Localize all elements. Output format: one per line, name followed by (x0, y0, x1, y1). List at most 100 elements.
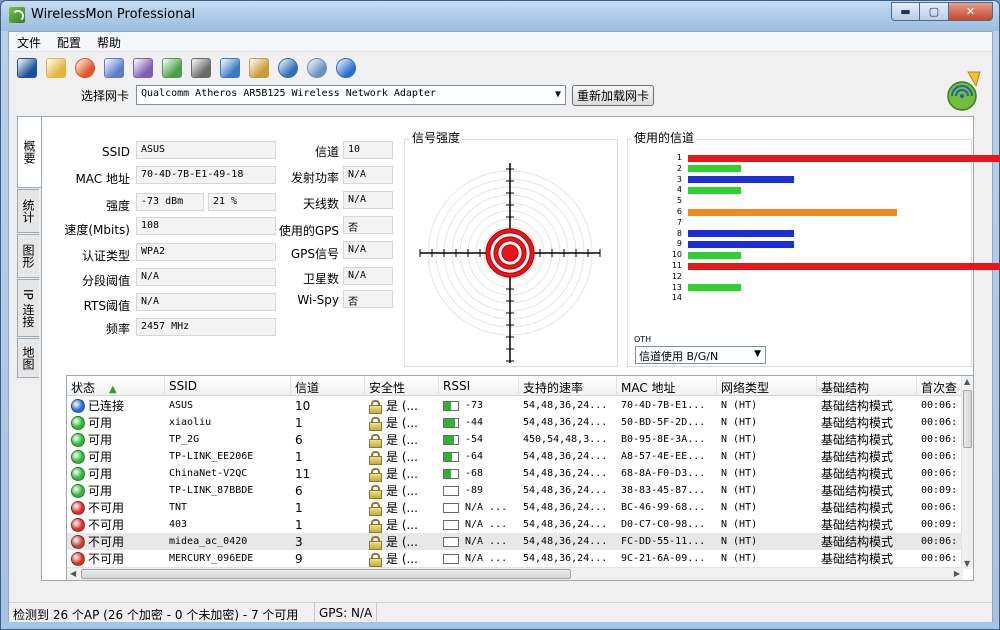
status-cell: 不可用 (67, 533, 165, 550)
printer-button[interactable] (187, 54, 214, 81)
channel-cell: 1 (295, 415, 303, 430)
scroll-down-icon[interactable]: ▼ (964, 559, 970, 568)
lock-icon (369, 535, 382, 550)
record-button[interactable] (71, 54, 98, 81)
tab-statistics[interactable]: 统计 (17, 189, 39, 233)
column-header[interactable]: 安全性 (365, 376, 439, 396)
column-header[interactable]: SSID (165, 376, 291, 396)
menu-help[interactable]: 帮助 (89, 32, 129, 51)
help-button[interactable] (332, 54, 359, 81)
mac-cell: B0-95-8E-3A... (621, 434, 706, 445)
table-row[interactable]: 不可用 MERCURY_096EDE 9 是 (... N/A ... 54,48,36,… (67, 550, 963, 567)
scroll-left-icon[interactable]: ◀ (70, 569, 76, 578)
column-header[interactable]: 支持的速率 (519, 376, 617, 396)
window-title: WirelessMon Professional (31, 7, 196, 22)
channel-band-dropdown[interactable]: 信道使用 B/G/N ▼ (635, 346, 766, 364)
ssid-cell: ASUS (169, 400, 194, 411)
rssi-meter-icon (443, 502, 459, 513)
maximize-icon: ▢ (928, 5, 940, 18)
tab-ip-connect[interactable]: IP 连接 (17, 279, 39, 337)
rssi-meter-icon (443, 519, 459, 530)
table-row[interactable]: 可用 TP_2G 6 是 (... -54 450,54,48,3... B0-95-8E-… (67, 431, 963, 448)
tab-graph[interactable]: 图形 (17, 234, 39, 278)
rssi-meter-icon (443, 553, 459, 564)
infrastructure-cell: 基础结构模式 (821, 518, 894, 532)
speed-label: 速度(Mbits) (64, 223, 130, 237)
menu-file[interactable]: 文件 (9, 32, 49, 51)
table-row[interactable]: 可用 TP-LINK_87BBDE 6 是 (... -89 54,48,36,24...… (67, 482, 963, 499)
channels-used-title: 使用的信道 (632, 129, 697, 146)
security-cell: 是 (... (365, 397, 439, 414)
checklist-icon (219, 57, 240, 78)
column-header[interactable]: 信道 (291, 376, 365, 396)
table-row[interactable]: 已连接 ASUS 10 是 (... -73 54,48,36,24... 70-4D-7B… (67, 397, 963, 414)
table-row[interactable]: 不可用 TNT 1 是 (... N/A ... 54,48,36,24... BC-46-… (67, 499, 963, 516)
info-button[interactable] (303, 54, 330, 81)
globe-button[interactable] (274, 54, 301, 81)
channel-bar (688, 240, 795, 248)
minimize-button[interactable]: ▬ (891, 2, 920, 21)
close-button[interactable]: ✕ (949, 2, 993, 21)
column-header[interactable]: 首次查 (917, 376, 963, 396)
antenna-label: 天线数 (302, 197, 339, 211)
title-bar[interactable]: WirelessMon Professional ▬ ▢ ✕ (1, 1, 999, 31)
ssid-value: ASUS (136, 141, 276, 159)
column-header[interactable]: MAC 地址 (617, 376, 717, 396)
first-seen-cell: 00:06: (921, 468, 958, 479)
security-cell: 是 (... (365, 533, 439, 550)
vertical-scroll-thumb[interactable] (963, 390, 972, 448)
rates-cell: 450,54,48,3... (523, 434, 608, 445)
network-button[interactable] (100, 54, 127, 81)
column-header[interactable]: 网络类型 (717, 376, 817, 396)
vertical-scrollbar[interactable]: ▲ ▼ (961, 376, 973, 569)
signal-target-graphic (419, 163, 601, 363)
export-button[interactable] (158, 54, 185, 81)
open-folder-button[interactable] (42, 54, 69, 81)
wirelessmon-logo-icon (947, 71, 981, 111)
status-dot-icon (71, 517, 85, 532)
checklist-button[interactable] (216, 54, 243, 81)
scroll-up-icon[interactable]: ▲ (964, 377, 970, 386)
tab-summary[interactable]: 概要 (17, 116, 41, 188)
table-row[interactable]: 可用 xiaoliu 1 是 (... -44 54,48,36,24... 50-BD-5… (67, 414, 963, 431)
channel-tick-label: 2 (676, 163, 682, 173)
save-button[interactable] (13, 54, 40, 81)
reload-nic-button[interactable]: 重新加载网卡 (572, 85, 654, 106)
ssid-cell: MERCURY_096EDE (169, 553, 254, 564)
tab-map[interactable]: 地图 (17, 338, 39, 378)
maximize-button[interactable]: ▢ (920, 2, 949, 21)
status-bar: 检测到 26 个AP (26 个加密 - 0 个未加密) - 7 个可用 GPS… (9, 602, 992, 622)
table-row[interactable]: 可用 ChinaNet-V2QC 11 是 (... -68 54,48,36,24...… (67, 465, 963, 482)
clipboard-button[interactable] (245, 54, 272, 81)
menu-config[interactable]: 配置 (49, 32, 89, 51)
first-seen-cell: 00:06: (921, 502, 958, 513)
status-dot-icon (71, 483, 85, 498)
nic-dropdown[interactable]: Qualcomm Atheros AR5B125 Wireless Networ… (136, 85, 566, 105)
horizontal-scroll-thumb[interactable] (81, 569, 571, 579)
channel-bar (688, 251, 742, 259)
lock-icon (369, 552, 382, 567)
table-row[interactable]: 可用 TP-LINK_EE206E 1 是 (... -64 54,48,36,24...… (67, 448, 963, 465)
column-header[interactable]: RSSI (439, 376, 519, 396)
printer-icon (190, 57, 211, 78)
first-seen-cell: 00:09: (921, 485, 958, 496)
channel-tick-label: 7 (676, 217, 682, 227)
mac-cell: D0-C7-C0-98... (621, 519, 706, 530)
dropdown-arrow-icon: ▼ (554, 89, 561, 100)
strength-label: 强度 (105, 199, 130, 213)
channel-tick-label: 8 (676, 228, 682, 238)
scroll-right-icon[interactable]: ▶ (954, 569, 960, 578)
network-type-cell: N (HT) (721, 519, 758, 530)
table-row[interactable]: 不可用 midea_ac_0420 3 是 (... N/A ... 54,48,36,2… (67, 533, 963, 550)
channel-band-value: 信道使用 B/G/N (639, 350, 719, 363)
table-row[interactable]: 不可用 403 1 是 (... N/A ... 54,48,36,24... D0-C7-… (67, 516, 963, 533)
network-type-cell: N (HT) (721, 536, 758, 547)
column-header[interactable]: 基础结构 (817, 376, 917, 396)
column-header[interactable]: 状态 ▲ (67, 376, 165, 396)
rssi-meter-icon (443, 468, 459, 479)
network-config-button[interactable] (129, 54, 156, 81)
rssi-meter-icon (443, 485, 459, 496)
ssid-cell: TP_2G (169, 434, 200, 445)
horizontal-scrollbar[interactable]: ◀ ▶ (67, 567, 963, 580)
mac-label: MAC 地址 (75, 172, 130, 186)
